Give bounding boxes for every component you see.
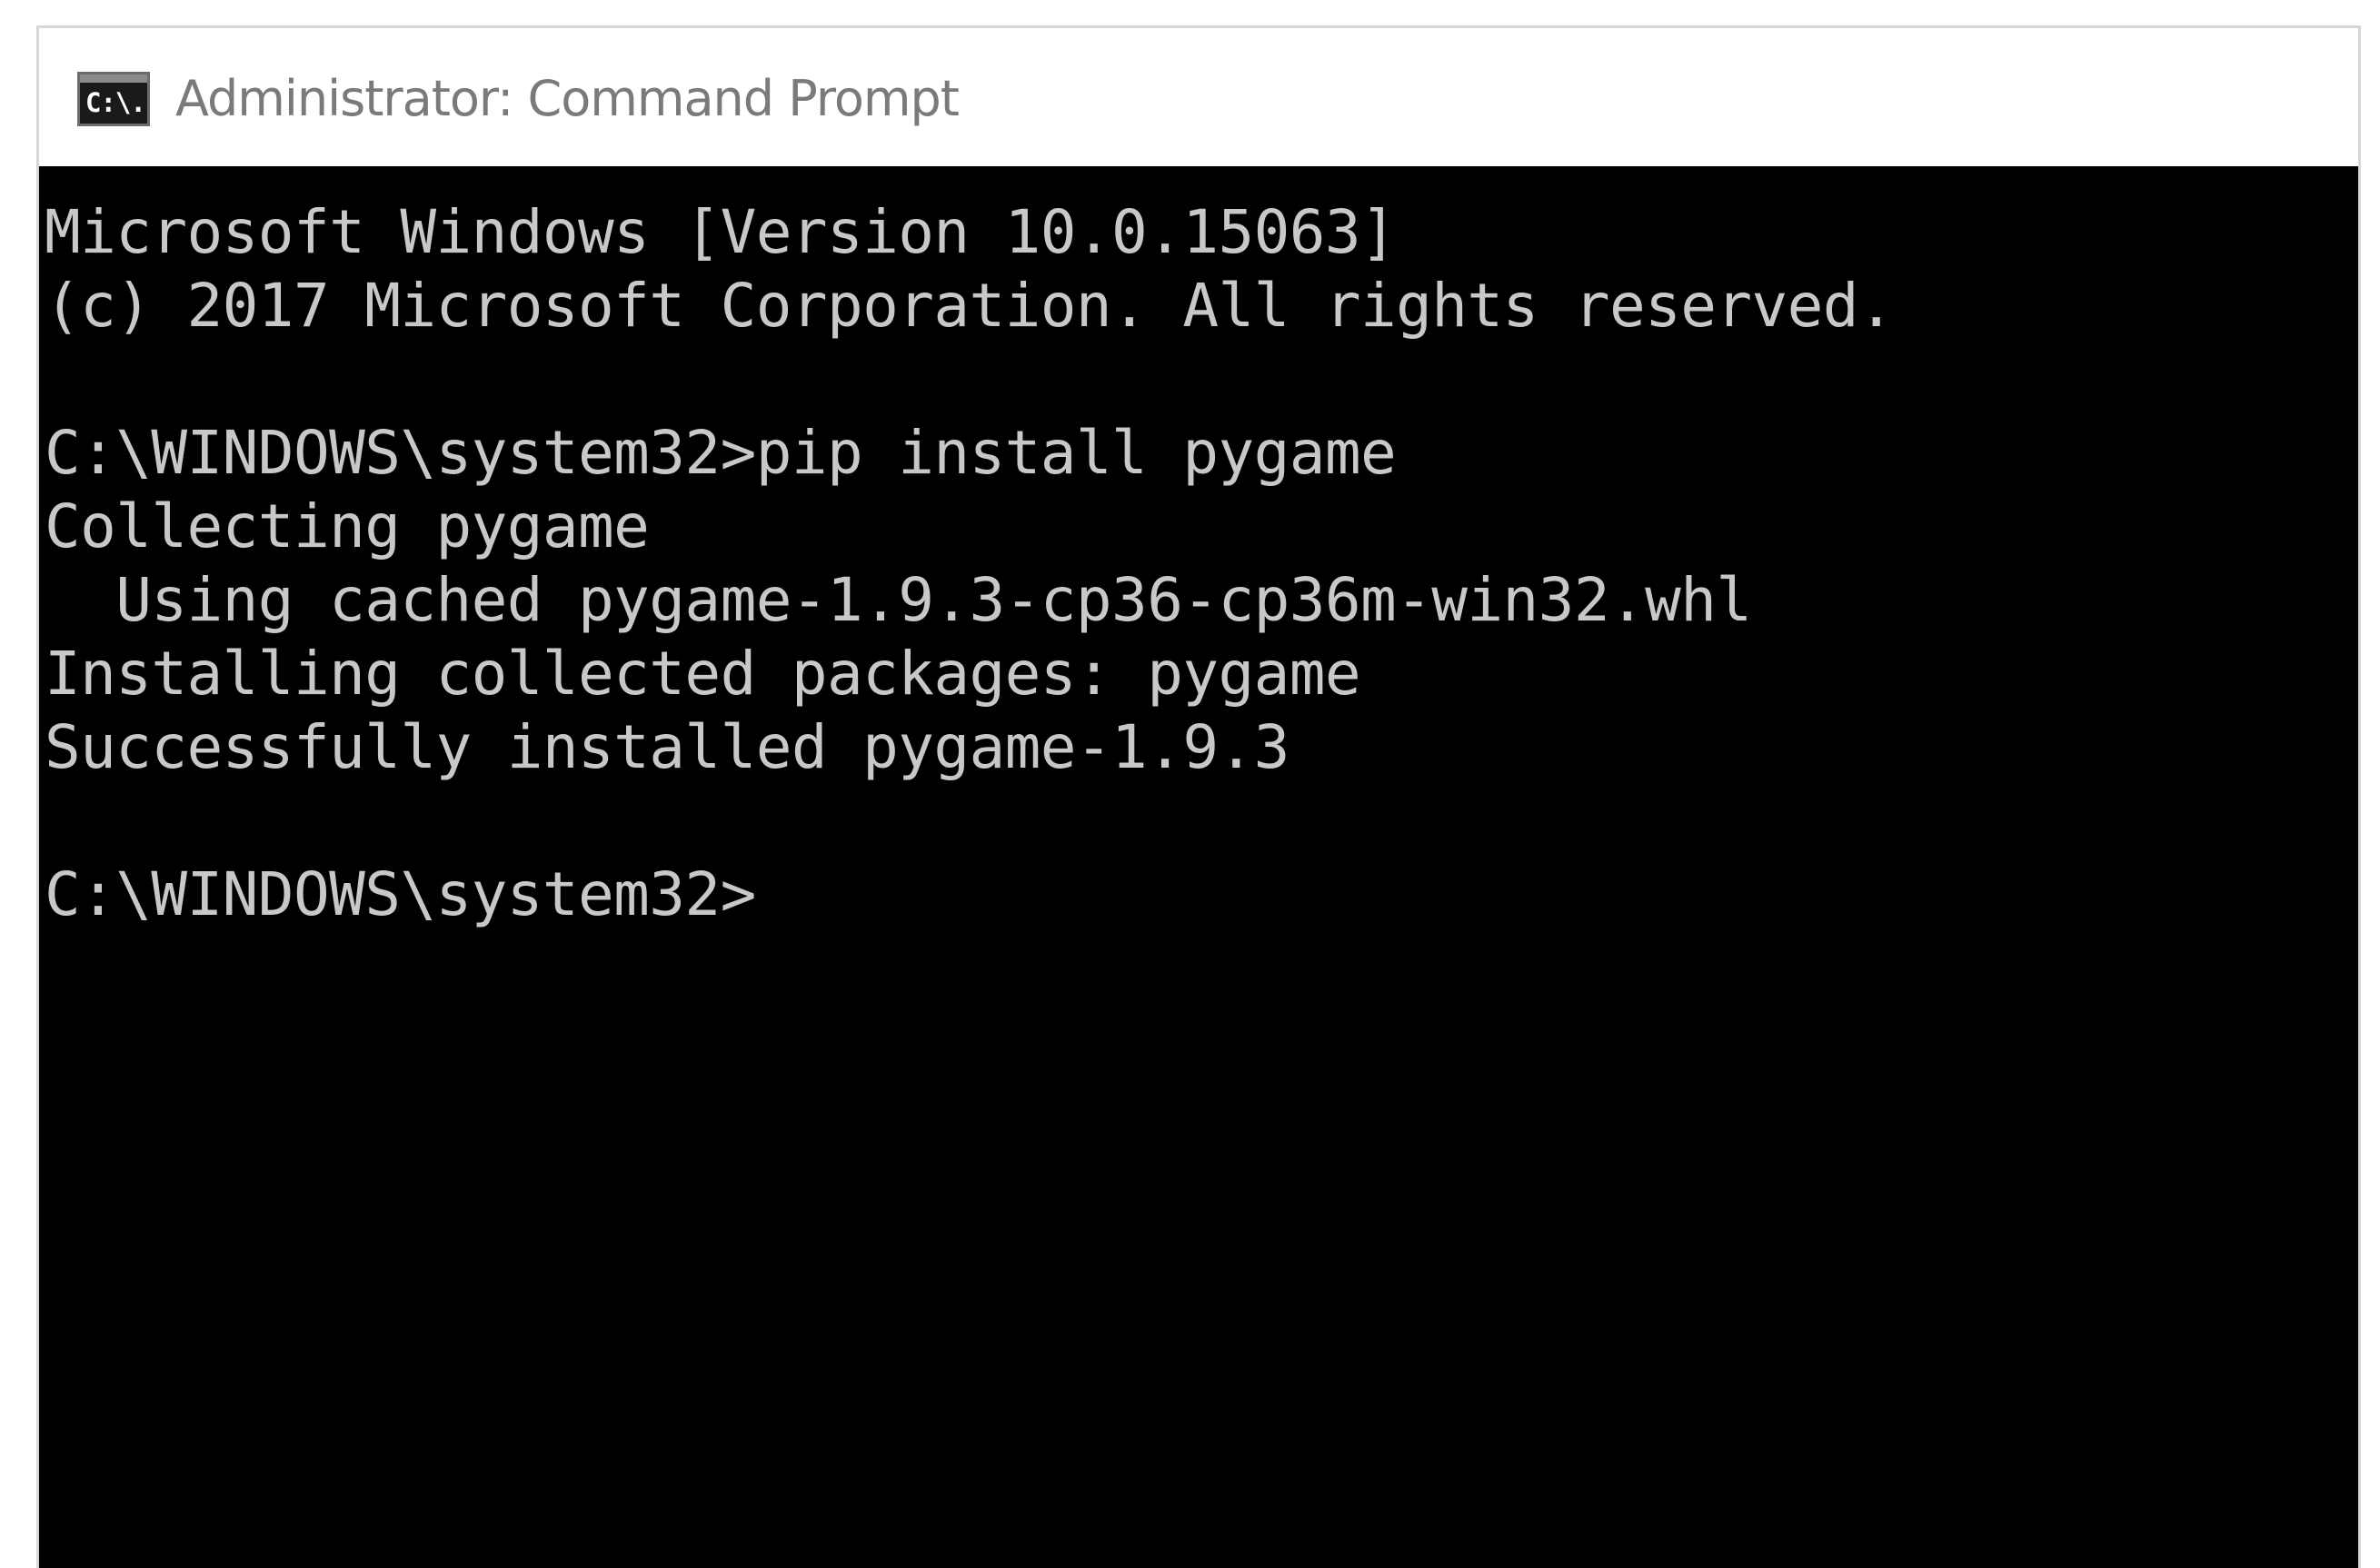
cmd-icon-bar	[80, 74, 147, 83]
console-line: Using cached pygame-1.9.3-cp36-cp36m-win…	[45, 565, 1752, 635]
cmd-icon: C:\.	[77, 72, 150, 126]
cmd-icon-label: C:\.	[85, 87, 146, 118]
window-title: Administrator: Command Prompt	[175, 70, 960, 127]
console-line: Collecting pygame	[45, 491, 650, 561]
command-prompt-line[interactable]: C:\WINDOWS\system32>	[45, 858, 2358, 931]
title-bar[interactable]: C:\. Administrator: Command Prompt	[39, 28, 2358, 166]
console-output[interactable]: Microsoft Windows [Version 10.0.15063] (…	[39, 166, 2358, 1568]
command-prompt-window[interactable]: C:\. Administrator: Command Prompt Micro…	[36, 25, 2361, 1568]
console-line: Successfully installed pygame-1.9.3	[45, 712, 1290, 782]
console-line: Microsoft Windows [Version 10.0.15063]	[45, 197, 1397, 267]
console-line: Installing collected packages: pygame	[45, 639, 1361, 709]
console-line: (c) 2017 Microsoft Corporation. All righ…	[45, 271, 1895, 341]
console-line: C:\WINDOWS\system32>pip install pygame	[45, 418, 1397, 488]
